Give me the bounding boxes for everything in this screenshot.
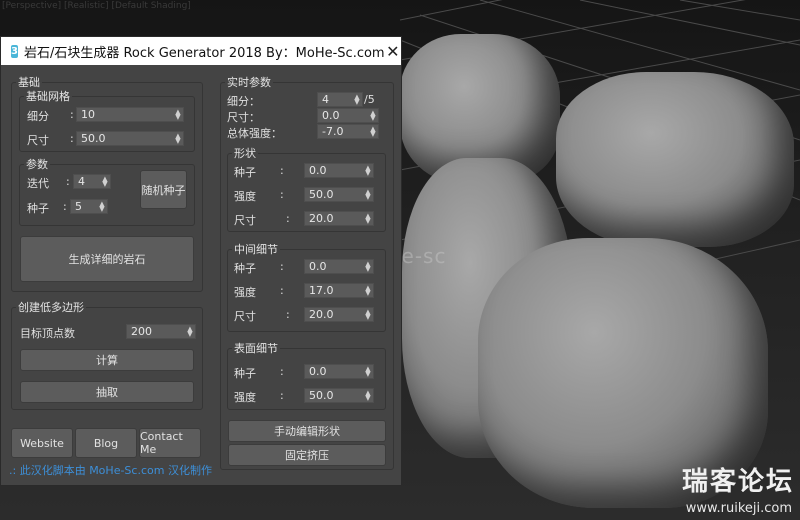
spinner-arrows-icon[interactable]: ▲ ▼ xyxy=(100,175,110,187)
mid-seed-label: 种子 xyxy=(234,262,256,275)
group-base-mesh: 基础网格 细分 : 10 ▲ ▼ 尺寸 : 50.0 ▲ ▼ xyxy=(19,90,195,152)
blog-button[interactable]: Blog xyxy=(75,428,137,458)
fix-squash-button[interactable]: 固定挤压 xyxy=(228,444,386,466)
website-button[interactable]: Website xyxy=(11,428,73,458)
group-shape: 形状 种子 : 0.0 ▲ ▼ 强度 : 50.0 ▲ ▼ 尺寸 : 20.0 ▲ ▼ xyxy=(227,147,386,232)
rt-subdiv-label: 细分： xyxy=(227,95,260,108)
3dsmax-app-icon: 3 xyxy=(11,44,18,58)
spinner-arrows-icon[interactable]: ▲ ▼ xyxy=(363,365,373,377)
target-vertex-label: 目标顶点数 xyxy=(20,327,75,340)
surface-seed-spinner[interactable]: 0.0 ▲ ▼ xyxy=(304,364,374,379)
close-icon[interactable]: ✕ xyxy=(385,42,401,61)
watermark-url: www.ruikeji.com xyxy=(685,501,792,516)
extract-button[interactable]: 抽取 xyxy=(20,381,194,403)
colon-separator: : xyxy=(280,284,284,297)
colon-separator: : xyxy=(280,389,284,402)
group-basic: 基础 基础网格 细分 : 10 ▲ ▼ 尺寸 : 50.0 ▲ ▼ 参数 迭代 : … xyxy=(11,76,203,292)
group-shape-title: 形状 xyxy=(232,147,258,160)
target-vertex-spinner[interactable]: 200 ▲ ▼ xyxy=(126,324,196,339)
colon-separator: : xyxy=(280,260,284,273)
generate-detailed-rock-button[interactable]: 生成详细的岩石 xyxy=(20,236,194,282)
mid-strength-label: 强度 xyxy=(234,286,256,299)
title-bar[interactable]: 3 岩石/石块生成器 Rock Generator 2018 By：MoHe-S… xyxy=(1,37,401,65)
compute-button[interactable]: 计算 xyxy=(20,349,194,371)
group-mid-detail-title: 中间细节 xyxy=(232,243,280,256)
mid-size-spinner[interactable]: 20.0 ▲ ▼ xyxy=(304,307,374,322)
group-realtime-title: 实时参数 xyxy=(225,76,273,89)
spinner-arrows-icon[interactable]: ▲ ▼ xyxy=(363,308,373,320)
mid-seed-spinner[interactable]: 0.0 ▲ ▼ xyxy=(304,259,374,274)
colon-separator: : xyxy=(280,188,284,201)
spinner-arrows-icon[interactable]: ▲ ▼ xyxy=(363,284,373,296)
group-surface-detail-title: 表面细节 xyxy=(232,342,280,355)
seed-label: 种子 xyxy=(27,202,49,215)
iter-spinner[interactable]: 4 ▲ ▼ xyxy=(73,174,111,189)
rt-strength-label: 总体强度： xyxy=(227,127,282,140)
spinner-arrows-icon[interactable]: ▲ ▼ xyxy=(363,164,373,176)
group-lowpoly-title: 创建低多边形 xyxy=(16,301,86,314)
surface-strength-label: 强度 xyxy=(234,391,256,404)
colon-separator: : xyxy=(66,175,70,188)
shape-size-label: 尺寸 xyxy=(234,214,256,227)
base-subdiv-spinner[interactable]: 10 ▲ ▼ xyxy=(76,107,184,122)
rt-size-label: 尺寸： xyxy=(227,111,260,124)
shape-strength-spinner[interactable]: 50.0 ▲ ▼ xyxy=(304,187,374,202)
dialog-title: 岩石/石块生成器 Rock Generator 2018 By：MoHe-Sc.… xyxy=(23,45,385,61)
shape-strength-label: 强度 xyxy=(234,190,256,203)
watermark-corner: 瑞客论坛 xyxy=(681,467,794,497)
random-seed-button[interactable]: 随机种子 xyxy=(140,170,187,209)
colon-separator: : xyxy=(280,164,284,177)
credit-link[interactable]: .: 此汉化脚本由 MoHe-Sc.com 汉化制作 xyxy=(9,462,212,478)
seed-spinner[interactable]: 5 ▲ ▼ xyxy=(70,199,108,214)
group-lowpoly: 创建低多边形 目标顶点数 200 ▲ ▼ 计算 抽取 xyxy=(11,301,203,410)
spinner-arrows-icon[interactable]: ▲ ▼ xyxy=(368,125,378,137)
colon-separator: : xyxy=(63,200,67,213)
rock-generator-dialog: 3 岩石/石块生成器 Rock Generator 2018 By：MoHe-S… xyxy=(0,36,402,486)
spinner-arrows-icon[interactable]: ▲ ▼ xyxy=(173,132,183,144)
surface-seed-label: 种子 xyxy=(234,367,256,380)
group-mid-detail: 中间细节 种子 : 0.0 ▲ ▼ 强度 : 17.0 ▲ ▼ 尺寸 : 20.0 … xyxy=(227,243,386,332)
rt-subdiv-spinner[interactable]: 4 ▲ ▼ xyxy=(317,92,363,107)
group-base-mesh-title: 基础网格 xyxy=(24,90,72,103)
spinner-arrows-icon[interactable]: ▲ ▼ xyxy=(363,389,373,401)
spinner-arrows-icon[interactable]: ▲ ▼ xyxy=(363,260,373,272)
group-surface-detail: 表面细节 种子 : 0.0 ▲ ▼ 强度 : 50.0 ▲ ▼ xyxy=(227,342,386,410)
size-label: 尺寸 xyxy=(27,134,49,147)
colon-separator: : xyxy=(280,365,284,378)
shape-seed-label: 种子 xyxy=(234,166,256,179)
spinner-arrows-icon[interactable]: ▲ ▼ xyxy=(185,325,195,337)
rt-subdiv-max: /5 xyxy=(364,93,375,106)
rock-model-2[interactable] xyxy=(556,72,794,247)
rt-size-spinner[interactable]: 0.0 ▲ ▼ xyxy=(317,108,379,123)
spinner-arrows-icon[interactable]: ▲ ▼ xyxy=(363,212,373,224)
mid-size-label: 尺寸 xyxy=(234,310,256,323)
base-size-spinner[interactable]: 50.0 ▲ ▼ xyxy=(76,131,184,146)
group-params-title: 参数 xyxy=(24,158,50,171)
shape-size-spinner[interactable]: 20.0 ▲ ▼ xyxy=(304,211,374,226)
mid-strength-spinner[interactable]: 17.0 ▲ ▼ xyxy=(304,283,374,298)
group-params: 参数 迭代 : 4 ▲ ▼ 种子 : 5 ▲ ▼ 随机种子 xyxy=(19,158,195,226)
spinner-arrows-icon[interactable]: ▲ ▼ xyxy=(352,93,362,105)
rt-strength-spinner[interactable]: -7.0 ▲ ▼ xyxy=(317,124,379,139)
shape-seed-spinner[interactable]: 0.0 ▲ ▼ xyxy=(304,163,374,178)
iter-label: 迭代 xyxy=(27,177,49,190)
colon-separator: : xyxy=(286,212,290,225)
spinner-arrows-icon[interactable]: ▲ ▼ xyxy=(368,109,378,121)
colon-separator: : xyxy=(286,308,290,321)
surface-strength-spinner[interactable]: 50.0 ▲ ▼ xyxy=(304,388,374,403)
subdiv-label: 细分 xyxy=(27,110,49,123)
spinner-arrows-icon[interactable]: ▲ ▼ xyxy=(363,188,373,200)
group-basic-title: 基础 xyxy=(16,76,42,89)
spinner-arrows-icon[interactable]: ▲ ▼ xyxy=(173,108,183,120)
colon-separator: : xyxy=(70,132,74,145)
manual-edit-shape-button[interactable]: 手动编辑形状 xyxy=(228,420,386,442)
contact-me-button[interactable]: Contact Me xyxy=(139,428,201,458)
spinner-arrows-icon[interactable]: ▲ ▼ xyxy=(97,200,107,212)
colon-separator: : xyxy=(70,108,74,121)
group-realtime: 实时参数 细分： 4 ▲ ▼ /5 尺寸： 0.0 ▲ ▼ 总体强度： -7.0 ▲… xyxy=(220,76,394,470)
